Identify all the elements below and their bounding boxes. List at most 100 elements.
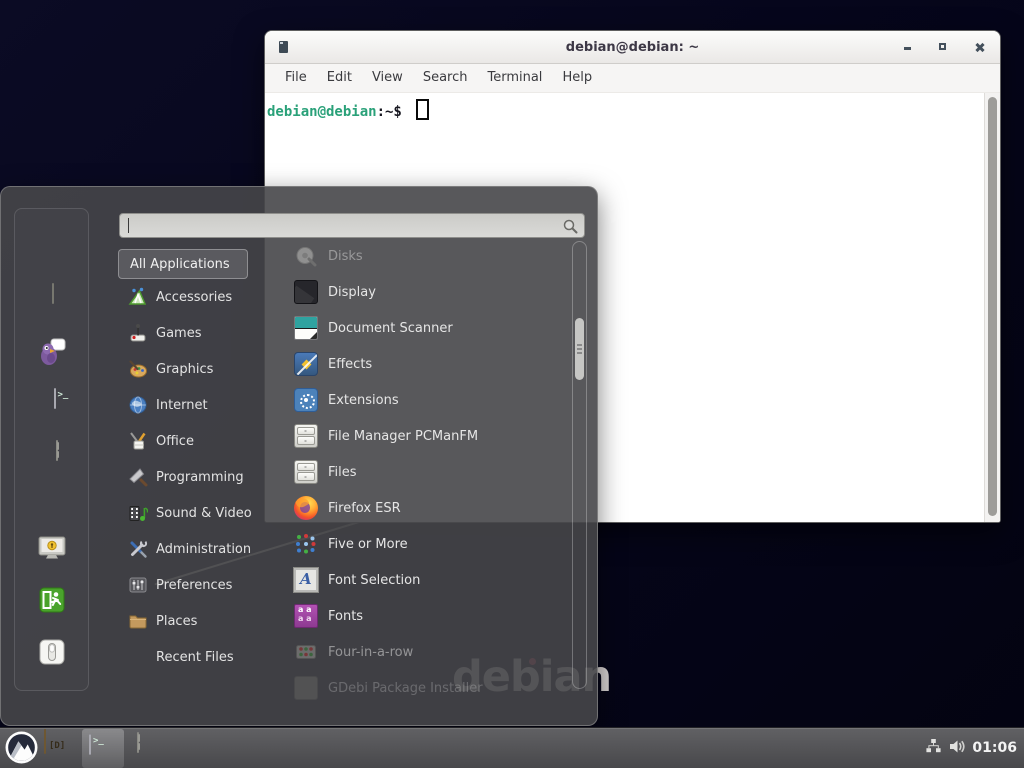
- category-label: Office: [156, 434, 194, 449]
- launcher-terminal[interactable]: [82, 729, 124, 768]
- apps-scrollbar-thumb[interactable]: [575, 318, 584, 380]
- terminal-cursor: [416, 99, 429, 120]
- app-firefox-esr[interactable]: Firefox ESR: [266, 490, 572, 526]
- app-disks[interactable]: Disks: [266, 241, 572, 274]
- terminal-mini-icon: [279, 41, 288, 53]
- category-label: Recent Files: [156, 650, 234, 665]
- places-icon: [128, 611, 148, 631]
- search-icon: [562, 218, 579, 239]
- programming-icon: [128, 467, 148, 487]
- apps-scrollbar[interactable]: [572, 241, 587, 689]
- app-gdebi-package-installer[interactable]: GDebi Package Installer: [266, 670, 572, 703]
- app-fonts[interactable]: Fonts: [266, 598, 572, 634]
- category-label: Places: [156, 614, 197, 629]
- applications-list: Disks Display Document Scanner Effects E…: [266, 241, 572, 703]
- category-label: Games: [156, 326, 201, 341]
- category-internet[interactable]: Internet: [119, 387, 269, 423]
- pidgin-icon[interactable]: [37, 337, 67, 367]
- terminal-menubar: File Edit View Search Terminal Help: [265, 64, 1000, 93]
- category-programming[interactable]: Programming: [119, 459, 269, 495]
- menubar-item-edit[interactable]: Edit: [317, 64, 362, 92]
- category-office[interactable]: Office: [119, 423, 269, 459]
- app-label: Four-in-a-row: [328, 645, 413, 660]
- app-label: Document Scanner: [328, 321, 453, 336]
- prompt-user-host: debian@debian: [267, 104, 377, 120]
- window-controls: [902, 31, 986, 63]
- category-label: Programming: [156, 470, 244, 485]
- category-list: Accessories Games Graphics: [119, 279, 269, 675]
- terminal-icon: [89, 734, 91, 755]
- app-label: GDebi Package Installer: [328, 681, 483, 696]
- category-administration[interactable]: Administration: [119, 531, 269, 567]
- category-label: Internet: [156, 398, 208, 413]
- lock-screen-icon[interactable]: [37, 533, 67, 563]
- menubar-item-file[interactable]: File: [275, 64, 317, 92]
- terminal-icon[interactable]: [54, 388, 56, 409]
- terminal-scrollbar-thumb[interactable]: [988, 97, 997, 516]
- launcher-file-manager[interactable]: [137, 732, 139, 753]
- file-cabinet-icon: [294, 424, 318, 448]
- app-extensions[interactable]: Extensions: [266, 382, 572, 418]
- app-effects[interactable]: Effects: [266, 346, 572, 382]
- clock[interactable]: 01:06: [972, 740, 1017, 756]
- minimize-button[interactable]: [902, 41, 914, 53]
- wired-network-icon[interactable]: [925, 738, 942, 759]
- category-label: Preferences: [156, 578, 232, 593]
- app-label: Files: [328, 465, 357, 480]
- menu-button[interactable]: [5, 731, 38, 764]
- app-font-selection[interactable]: Font Selection: [266, 562, 572, 598]
- terminal-scrollbar[interactable]: [984, 93, 1000, 522]
- category-recent-files[interactable]: Recent Files: [119, 639, 269, 675]
- category-sound-video[interactable]: Sound & Video: [119, 495, 269, 531]
- package-keypad-icon[interactable]: [52, 283, 54, 304]
- prompt-suffix: :~$: [377, 104, 402, 120]
- window-title: debian@debian: ~: [566, 40, 699, 55]
- category-accessories[interactable]: Accessories: [119, 279, 269, 315]
- file-cabinet-icon: [294, 460, 318, 484]
- app-files[interactable]: Files: [266, 454, 572, 490]
- app-display[interactable]: Display: [266, 274, 572, 310]
- menubar-item-search[interactable]: Search: [413, 64, 478, 92]
- favorites-panel: [14, 208, 89, 691]
- app-label: File Manager PCManFM: [328, 429, 478, 444]
- app-five-or-more[interactable]: Five or More: [266, 526, 572, 562]
- shut-down-icon[interactable]: [37, 637, 67, 667]
- category-preferences[interactable]: Preferences: [119, 567, 269, 603]
- category-label: Administration: [156, 542, 251, 557]
- search-input[interactable]: [119, 213, 585, 238]
- folder-icon[interactable]: [44, 733, 46, 754]
- app-label: Disks: [328, 249, 363, 264]
- category-games[interactable]: Games: [119, 315, 269, 351]
- app-four-in-a-row[interactable]: Four-in-a-row: [266, 634, 572, 670]
- category-graphics[interactable]: Graphics: [119, 351, 269, 387]
- maximize-button[interactable]: [938, 41, 950, 53]
- volume-high-icon[interactable]: [948, 738, 966, 759]
- extensions-icon: [294, 388, 318, 412]
- app-label: Display: [328, 285, 376, 300]
- all-applications-button[interactable]: All Applications: [118, 249, 248, 279]
- all-applications-label: All Applications: [130, 257, 230, 272]
- four-in-a-row-icon: [294, 640, 318, 664]
- app-document-scanner[interactable]: Document Scanner: [266, 310, 572, 346]
- app-file-manager-pcmanfm[interactable]: File Manager PCManFM: [266, 418, 572, 454]
- titlebar[interactable]: debian@debian: ~: [265, 31, 1000, 64]
- desktop: debian debian@debian: ~ File Edit View S…: [0, 0, 1024, 768]
- file-cabinet-icon[interactable]: [56, 440, 58, 461]
- gdebi-icon: [294, 676, 318, 700]
- no-icon: [128, 647, 148, 667]
- category-places[interactable]: Places: [119, 603, 269, 639]
- app-label: Five or More: [328, 537, 408, 552]
- menubar-item-help[interactable]: Help: [552, 64, 602, 92]
- category-label: Accessories: [156, 290, 232, 305]
- close-button[interactable]: [974, 41, 986, 53]
- menubar-item-view[interactable]: View: [362, 64, 413, 92]
- menubar-item-terminal[interactable]: Terminal: [477, 64, 552, 92]
- application-menu: All Applications Accessories Games: [0, 186, 598, 726]
- app-label: Fonts: [328, 609, 363, 624]
- firefox-icon: [294, 496, 318, 520]
- log-out-icon[interactable]: [37, 585, 67, 615]
- display-icon: [294, 280, 318, 304]
- document-scanner-icon: [294, 316, 318, 340]
- internet-icon: [128, 395, 148, 415]
- effects-icon: [294, 352, 318, 376]
